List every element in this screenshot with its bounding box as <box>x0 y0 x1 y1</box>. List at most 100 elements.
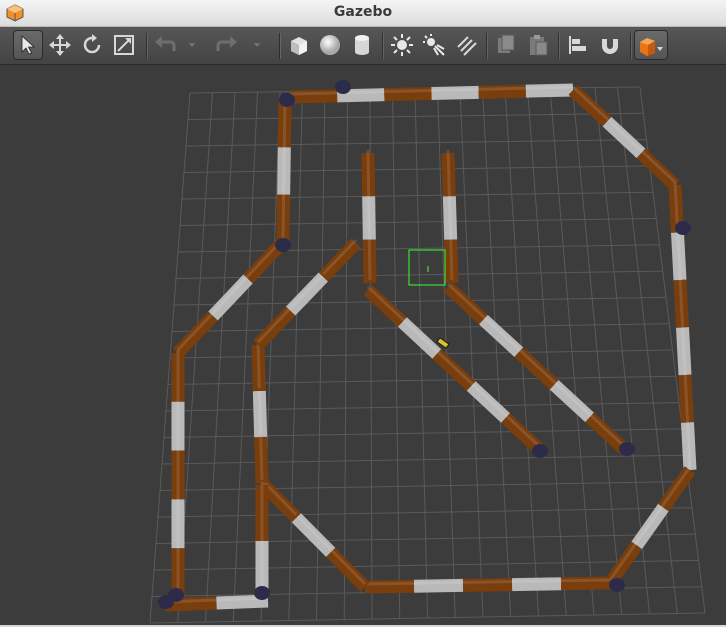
wall-segment[interactable] <box>525 83 574 98</box>
toolbar-separator <box>486 33 488 59</box>
wall-post[interactable] <box>275 238 291 252</box>
wall-highlight <box>449 236 454 281</box>
wall-highlight <box>367 236 372 281</box>
wall-segment[interactable] <box>636 148 680 190</box>
wall-segment[interactable] <box>478 84 526 99</box>
wall-segment[interactable] <box>291 513 336 557</box>
spot-light-button[interactable] <box>419 30 449 60</box>
wall-highlight <box>282 144 286 192</box>
ground-grid <box>149 86 706 624</box>
chevron-down-icon <box>188 43 196 47</box>
scale-icon <box>114 35 134 55</box>
wall-post[interactable] <box>279 93 295 107</box>
rotate-icon <box>83 34 101 54</box>
wall-post[interactable] <box>168 588 184 602</box>
wall-segment[interactable] <box>443 282 488 325</box>
wall-segment[interactable] <box>363 285 407 327</box>
wall-segment[interactable] <box>384 87 432 102</box>
cylinder-shape-button[interactable] <box>347 30 377 60</box>
cube-icon <box>291 37 307 55</box>
select-mode-button[interactable] <box>13 30 43 60</box>
wall-segment[interactable] <box>364 579 415 594</box>
box-shape-button[interactable] <box>284 30 314 60</box>
wall-segment[interactable] <box>216 594 269 610</box>
wall-post[interactable] <box>619 442 635 456</box>
wall-segment[interactable] <box>568 85 612 127</box>
wall-highlight <box>462 580 513 584</box>
wall-highlight <box>478 86 526 91</box>
wall-segment[interactable] <box>337 88 385 103</box>
directional-light-icon <box>457 36 477 56</box>
wall-segment[interactable] <box>511 577 562 592</box>
wall-highlight <box>413 580 464 585</box>
wall-segment[interactable] <box>397 317 442 359</box>
scene-canvas[interactable] <box>0 65 726 625</box>
wall-highlight <box>281 191 286 240</box>
wall-segment[interactable] <box>585 412 630 455</box>
wall-highlight <box>366 149 371 194</box>
wall-segment[interactable] <box>208 274 253 321</box>
rotate-mode-button[interactable] <box>77 30 107 60</box>
wall-highlight <box>257 387 263 435</box>
wall-segment[interactable] <box>501 413 545 455</box>
view-cube-icon <box>640 38 663 56</box>
wall-segment[interactable] <box>326 547 370 592</box>
wall-highlight <box>446 149 451 194</box>
toolbar <box>0 27 726 65</box>
toolbar-separator <box>146 33 148 59</box>
chevron-down-icon <box>253 43 261 47</box>
align-button[interactable] <box>563 30 593 60</box>
redo-history-button[interactable] <box>247 30 267 60</box>
view-angle-button[interactable] <box>634 30 668 60</box>
wall-segment[interactable] <box>431 85 479 100</box>
scale-mode-button[interactable] <box>109 30 139 60</box>
wall-highlight <box>431 87 479 92</box>
sphere-shape-button[interactable] <box>315 30 345 60</box>
window-title: Gazebo <box>333 4 393 20</box>
wall-segment[interactable] <box>549 380 595 423</box>
wall-segment[interactable] <box>462 578 513 592</box>
copy-icon <box>498 34 515 53</box>
wall-segment[interactable] <box>604 541 642 587</box>
wall-post[interactable] <box>609 578 625 592</box>
3d-viewport[interactable] <box>0 65 726 625</box>
wall-segment[interactable] <box>478 314 524 357</box>
wall-segment[interactable] <box>318 238 361 282</box>
wall-highlight <box>211 274 250 315</box>
wall-segment[interactable] <box>285 272 329 316</box>
wall-segment[interactable] <box>432 349 476 391</box>
wall-highlight <box>447 193 453 237</box>
translate-mode-button[interactable] <box>45 30 75 60</box>
title-bar: Gazebo <box>0 0 726 27</box>
sphere-icon <box>320 35 340 55</box>
wall-segment[interactable] <box>514 347 559 390</box>
maze-walls <box>164 83 697 612</box>
selection-box <box>408 249 446 286</box>
wall-segment[interactable] <box>658 466 696 512</box>
wall-post[interactable] <box>254 586 270 600</box>
undo-history-button[interactable] <box>182 30 202 60</box>
wall-segment[interactable] <box>289 89 338 104</box>
redo-button[interactable] <box>212 30 242 60</box>
wall-segment[interactable] <box>413 578 464 593</box>
point-light-button[interactable] <box>387 30 417 60</box>
arrow-cursor-icon <box>21 35 36 55</box>
wall-segment[interactable] <box>560 576 611 591</box>
redo-icon <box>216 36 237 51</box>
wall-post[interactable] <box>335 80 351 94</box>
point-light-icon <box>391 34 413 56</box>
wall-post[interactable] <box>675 221 691 235</box>
undo-button[interactable] <box>150 30 180 60</box>
wall-post[interactable] <box>532 444 548 458</box>
copy-button[interactable] <box>491 30 521 60</box>
directional-light-button[interactable] <box>451 30 481 60</box>
snap-button[interactable] <box>595 30 625 60</box>
wall-highlight <box>364 581 415 586</box>
paste-button[interactable] <box>523 30 553 60</box>
wall-segment[interactable] <box>466 381 511 423</box>
toolbar-separator <box>382 33 384 59</box>
wall-segment[interactable] <box>253 306 296 350</box>
wall-highlight <box>560 578 611 583</box>
toolbar-separator <box>630 33 632 59</box>
move-arrows-icon <box>49 34 71 56</box>
